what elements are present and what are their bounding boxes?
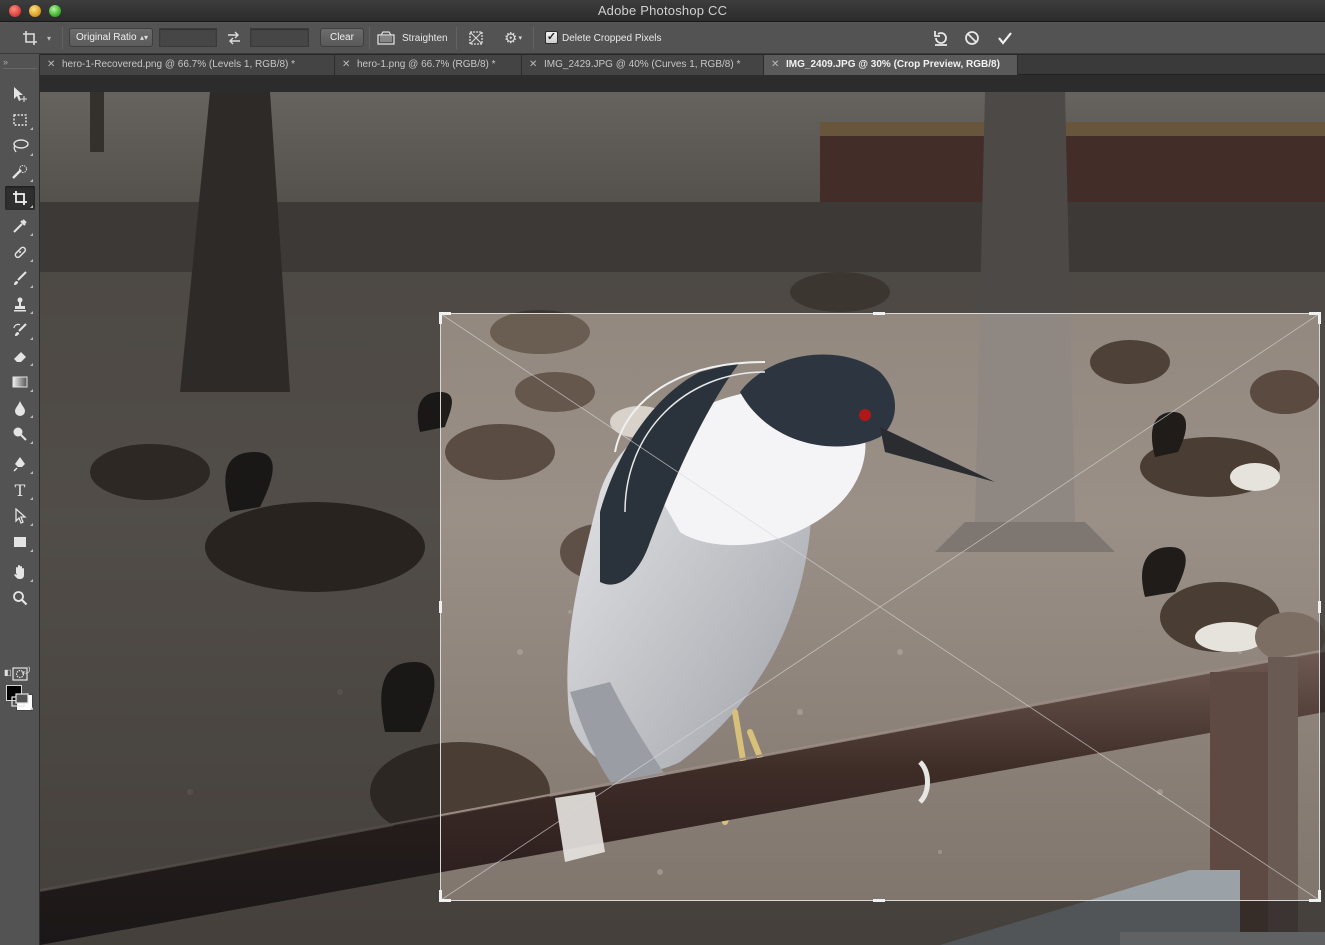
crop-diagonal-overlay [441,314,1319,900]
crop-tool[interactable] [5,186,35,210]
divider [456,27,457,49]
crop-shield-right [1320,313,1325,945]
blur-tool[interactable] [5,396,35,420]
tab-document-4[interactable]: ✕ IMG_2409.JPG @ 30% (Crop Preview, RGB/8… [764,55,1018,75]
ratio-select-value: Original Ratio [76,32,137,43]
eyedropper-icon [13,219,27,233]
history-brush-icon [13,323,27,336]
screen-mode-icon [11,693,29,707]
rectangle-icon [14,537,26,547]
cancel-icon[interactable] [961,22,983,54]
commit-checkmark-icon[interactable] [994,22,1016,54]
title-bar: Adobe Photoshop CC [0,0,1325,22]
options-bar: ▾ Original Ratio ▴▾ Clear Straighten ⚙ ▾ … [0,22,1325,54]
tab-document-1[interactable]: ✕ hero-1-Recovered.png @ 66.7% (Levels 1,… [40,55,335,75]
stamp-icon [14,297,26,312]
hand-tool[interactable] [5,560,35,584]
app-title: Adobe Photoshop CC [597,3,728,18]
crop-shield-left [40,313,440,945]
tab-document-3[interactable]: ✕ IMG_2429.JPG @ 40% (Curves 1, RGB/8) * [522,55,764,75]
chevron-down-icon[interactable]: ▾ [47,22,51,54]
screen-mode-button[interactable] [5,688,35,712]
history-brush-tool[interactable] [5,318,35,342]
crop-box[interactable] [439,312,1321,902]
width-field[interactable] [159,28,217,47]
quick-selection-tool[interactable] [5,160,35,184]
crop-icon [13,191,27,205]
clone-stamp-tool[interactable] [5,292,35,316]
eyedropper-tool[interactable] [5,214,35,238]
quick-mask-button[interactable] [5,662,35,686]
eraser-icon [14,352,26,362]
quick-mask-icon [12,667,28,681]
swap-dimensions-icon[interactable] [225,22,243,54]
zoom-tool[interactable] [5,586,35,610]
dodge-icon [13,427,27,441]
close-tab-icon[interactable]: ✕ [47,55,55,75]
panel-collapse-icon[interactable]: » [3,57,8,67]
path-selection-tool[interactable] [5,504,35,528]
arrow-icon [15,508,27,524]
delete-cropped-pixels-label[interactable]: Delete Cropped Pixels [562,22,662,54]
type-tool[interactable]: T [5,478,35,502]
move-tool[interactable] [5,82,35,106]
tab-document-2[interactable]: ✕ hero-1.png @ 66.7% (RGB/8) * [335,55,522,75]
marquee-tool[interactable] [5,108,35,132]
document-ruler-strip [40,75,1325,92]
crop-shield-bottom [440,901,1320,945]
crop-handle-bottom-right-v[interactable] [1318,890,1321,902]
document-tabs: ✕ hero-1-Recovered.png @ 66.7% (Levels 1,… [40,55,1325,75]
rectangular-marquee-icon [13,114,27,126]
rectangle-tool[interactable] [5,530,35,554]
close-tab-icon[interactable]: ✕ [342,55,350,75]
close-tab-icon[interactable]: ✕ [771,55,779,75]
tools-panel: » T ◧ ⤾ [0,54,40,945]
drop-icon [15,401,25,416]
divider [369,27,370,49]
move-icon [14,87,27,102]
eraser-tool[interactable] [5,344,35,368]
gradient-tool[interactable] [5,370,35,394]
straighten-label[interactable]: Straighten [402,22,448,54]
height-field[interactable] [250,28,309,47]
document-canvas[interactable] [40,92,1325,945]
select-arrows-icon: ▴▾ [139,33,148,42]
brush-icon [14,271,27,285]
crop-handle-top[interactable] [873,312,885,315]
straighten-icon[interactable] [376,22,396,54]
lasso-icon [13,139,29,153]
gradient-icon [12,376,28,388]
quick-selection-icon [12,165,27,179]
clear-button[interactable]: Clear [320,28,364,47]
overlay-options-icon[interactable] [466,22,486,54]
reset-icon[interactable] [930,22,952,54]
crop-handle-left[interactable] [439,601,442,613]
dodge-tool[interactable] [5,422,35,446]
crop-handle-top-left-v[interactable] [439,312,442,324]
crop-handle-bottom-left-v[interactable] [439,890,442,902]
pen-icon [13,457,25,472]
crop-shield-top [40,92,1325,313]
divider [533,27,534,49]
crop-handle-top-right-v[interactable] [1318,312,1321,324]
delete-cropped-pixels-checkbox[interactable]: ✓ [545,31,558,44]
pen-tool[interactable] [5,452,35,476]
divider [3,68,37,69]
hand-icon [14,565,24,579]
gear-icon[interactable]: ⚙ ▾ [502,22,524,54]
healing-brush-tool[interactable] [5,240,35,264]
divider [62,27,63,49]
bandage-icon [14,246,27,259]
ratio-select[interactable]: Original Ratio ▴▾ [69,28,153,47]
magnifier-icon [13,591,28,606]
crop-handle-bottom[interactable] [873,899,885,902]
type-icon: T [14,480,26,500]
lasso-tool[interactable] [5,134,35,158]
crop-handle-right[interactable] [1318,601,1321,613]
close-tab-icon[interactable]: ✕ [529,55,537,75]
brush-tool[interactable] [5,266,35,290]
